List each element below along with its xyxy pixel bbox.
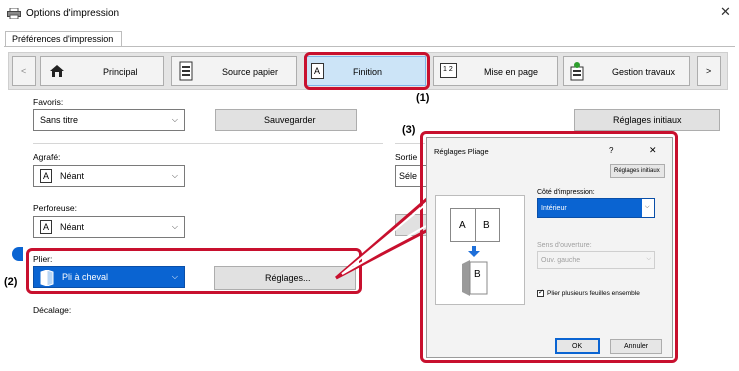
output-label: Sortie: [395, 152, 418, 162]
punch-icon: A: [40, 220, 52, 234]
info-badge-icon: [12, 247, 23, 261]
fold-preview: A B B: [435, 195, 525, 305]
callout-1: (1): [416, 92, 430, 104]
nav-item-source-papier[interactable]: Source papier: [171, 56, 297, 86]
staple-value: Néant: [60, 171, 85, 181]
dialog-title: Réglages Pliage: [434, 147, 489, 156]
callout-2: (2): [4, 276, 18, 288]
print-side-value: Intérieur: [541, 205, 567, 212]
cancel-label: Annuler: [624, 343, 649, 350]
staple-label: Agrafé:: [33, 152, 61, 162]
nav-item-principal[interactable]: Principal: [40, 56, 164, 86]
window-title: Options d'impression: [26, 8, 120, 19]
chevron-down-icon: ⌵: [171, 222, 178, 231]
layout-icon: 1 2: [440, 63, 457, 78]
punch-dropdown[interactable]: A Néant ⌵: [33, 216, 185, 238]
chevron-right-icon: >: [706, 66, 712, 76]
job-handling-icon: [570, 62, 584, 81]
close-icon[interactable]: ✕: [720, 4, 731, 20]
offset-label: Décalage:: [33, 305, 72, 315]
punch-label: Perforeuse:: [33, 203, 77, 213]
defaults-button[interactable]: Réglages initiaux: [574, 109, 720, 131]
dialog-cancel-button[interactable]: Annuler: [610, 339, 662, 354]
nav-item-label: Gestion travaux: [612, 67, 676, 77]
dialog-defaults-label: Réglages initiaux: [614, 168, 660, 174]
favorites-label: Favoris:: [33, 97, 64, 107]
highlight-finition: [304, 52, 430, 90]
multi-sheet-label: Plier plusieurs feuilles ensemble: [547, 290, 640, 297]
ok-label: OK: [572, 343, 583, 350]
favorites-dropdown[interactable]: Sans titre ⌵: [33, 109, 185, 131]
callout-3: (3): [402, 124, 416, 136]
chevron-down-icon: ⌵: [171, 171, 178, 180]
chevron-left-icon: <: [21, 66, 27, 76]
print-side-label: Côté d'impression:: [537, 189, 595, 196]
nav-item-gestion-travaux[interactable]: Gestion travaux: [563, 56, 690, 86]
nav-next-button[interactable]: >: [697, 56, 721, 86]
divider: [33, 143, 383, 144]
callout-connector: [335, 196, 429, 280]
multi-sheet-checkbox[interactable]: ✓: [537, 289, 544, 297]
checkmark-icon: ✓: [538, 289, 544, 296]
nav-prev-button[interactable]: <: [12, 56, 36, 86]
dropdown-arrow-area: ⌵: [642, 199, 654, 217]
preview-sheet-open: A B: [450, 208, 500, 242]
defaults-button-label: Réglages initiaux: [613, 115, 682, 125]
dialog-defaults-button[interactable]: Réglages initiaux: [610, 164, 665, 178]
output-value: Séle: [399, 171, 418, 181]
preview-folded-letter: B: [474, 269, 481, 280]
fold-settings-dialog: Réglages Pliage ? ✕ Réglages initiaux A …: [426, 137, 673, 358]
opening-direction-dropdown[interactable]: Ouv. gauche ⌵: [537, 251, 655, 269]
opening-direction-value: Ouv. gauche: [541, 257, 581, 264]
paper-source-icon: [179, 61, 193, 81]
staple-dropdown[interactable]: A Néant ⌵: [33, 165, 185, 187]
nav-item-mise-en-page[interactable]: 1 2 Mise en page: [433, 56, 558, 86]
printer-icon: [7, 8, 21, 19]
nav-item-label: Mise en page: [484, 67, 539, 77]
nav-item-label: Source papier: [222, 67, 279, 77]
opening-direction-label: Sens d'ouverture:: [537, 242, 592, 249]
punch-value: Néant: [60, 222, 85, 232]
help-icon[interactable]: ?: [609, 146, 613, 155]
nav-item-label: Principal: [103, 67, 138, 77]
dialog-ok-button[interactable]: OK: [555, 338, 600, 354]
save-button-label: Sauvegarder: [264, 115, 316, 125]
chevron-down-icon: ⌵: [646, 256, 651, 262]
chevron-down-icon: ⌵: [171, 115, 178, 124]
home-icon: [50, 65, 64, 77]
chevron-down-icon: ⌵: [645, 204, 650, 210]
dialog-close-icon[interactable]: ✕: [649, 145, 657, 156]
print-side-dropdown[interactable]: Intérieur ⌵: [537, 198, 655, 218]
staple-icon: A: [40, 169, 52, 183]
favorites-value: Sans titre: [40, 115, 79, 125]
arrow-down-icon: [468, 246, 480, 257]
tab-print-preferences[interactable]: Préférences d'impression: [5, 31, 123, 47]
save-favorites-button[interactable]: Sauvegarder: [215, 109, 357, 131]
